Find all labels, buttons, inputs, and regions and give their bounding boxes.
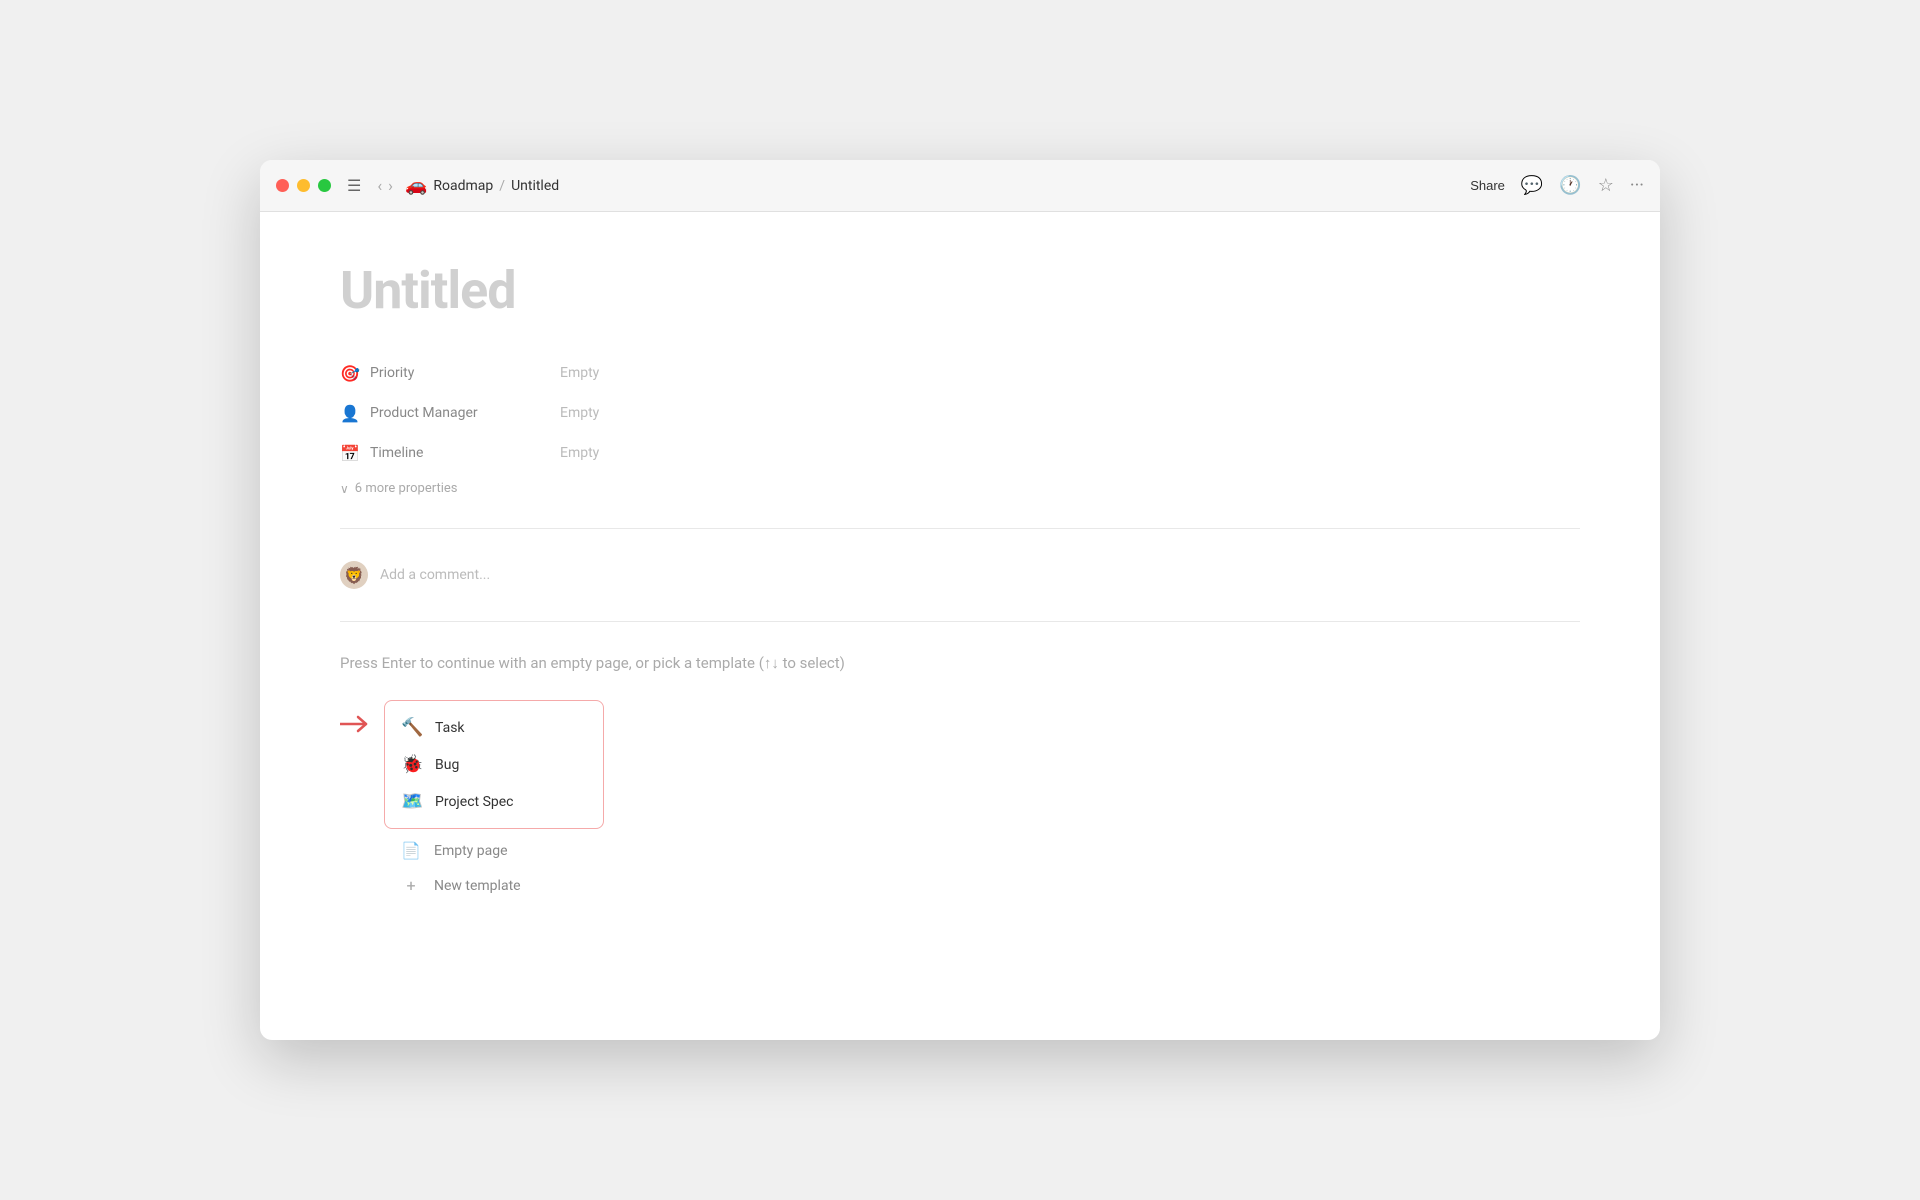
comment-divider: [340, 621, 1580, 622]
favorite-icon[interactable]: ☆: [1598, 175, 1614, 196]
template-panel-wrapper: 🔨 Task 🐞 Bug 🗺️ Project Spec 📄: [340, 700, 1580, 903]
avatar-emoji: 🦁: [344, 566, 364, 585]
timeline-value: Empty: [560, 445, 599, 461]
arrow-right-icon: [340, 712, 376, 736]
back-arrow-icon[interactable]: ‹: [377, 176, 382, 195]
breadcrumb-current: Untitled: [511, 178, 559, 194]
menu-icon[interactable]: ☰: [347, 176, 361, 195]
product-manager-icon: 👤: [340, 404, 360, 423]
history-icon[interactable]: 🕐: [1559, 175, 1581, 196]
avatar: 🦁: [340, 561, 368, 589]
property-label-timeline: 📅 Timeline: [340, 444, 560, 463]
maximize-button[interactable]: [318, 179, 331, 192]
close-button[interactable]: [276, 179, 289, 192]
forward-arrow-icon[interactable]: ›: [388, 176, 393, 195]
template-item-bug[interactable]: 🐞 Bug: [385, 746, 603, 783]
breadcrumb-parent[interactable]: Roadmap: [433, 178, 493, 194]
timeline-icon: 📅: [340, 444, 360, 463]
properties-divider: [340, 528, 1580, 529]
template-prompt: Press Enter to continue with an empty pa…: [340, 654, 1580, 672]
template-panel-inner: 🔨 Task 🐞 Bug 🗺️ Project Spec: [384, 700, 604, 829]
share-button[interactable]: Share: [1470, 178, 1505, 193]
property-row-product-manager[interactable]: 👤 Product Manager Empty: [340, 393, 1580, 433]
bug-icon: 🐞: [401, 754, 423, 775]
property-label-product-manager: 👤 Product Manager: [340, 404, 560, 423]
template-item-task[interactable]: 🔨 Task: [385, 709, 603, 746]
task-icon: 🔨: [401, 717, 423, 738]
template-item-project-spec[interactable]: 🗺️ Project Spec: [385, 783, 603, 820]
property-row-timeline[interactable]: 📅 Timeline Empty: [340, 433, 1580, 473]
arrow-indicator: [340, 712, 376, 736]
new-template-item[interactable]: + New template: [384, 868, 604, 903]
empty-page-item[interactable]: 📄 Empty page: [384, 833, 604, 868]
new-template-label: New template: [434, 878, 521, 894]
priority-label: Priority: [370, 365, 414, 381]
template-extras: 📄 Empty page + New template: [384, 829, 604, 903]
properties-section: 🎯 Priority Empty 👤 Product Manager Empty…: [340, 353, 1580, 504]
breadcrumb: 🚗 Roadmap / Untitled: [405, 175, 559, 196]
minimize-button[interactable]: [297, 179, 310, 192]
titlebar: ☰ ‹ › 🚗 Roadmap / Untitled Share 💬 🕐 ☆ ·…: [260, 160, 1660, 212]
comment-icon[interactable]: 💬: [1521, 175, 1543, 196]
timeline-label: Timeline: [370, 445, 423, 461]
page-title[interactable]: Untitled: [340, 260, 1580, 321]
app-window: ☰ ‹ › 🚗 Roadmap / Untitled Share 💬 🕐 ☆ ·…: [260, 160, 1660, 1040]
more-properties-label: 6 more properties: [355, 481, 458, 496]
empty-page-icon: 📄: [400, 841, 422, 860]
template-panel: 🔨 Task 🐞 Bug 🗺️ Project Spec 📄: [384, 700, 604, 903]
project-spec-label: Project Spec: [435, 794, 514, 810]
more-options-icon[interactable]: ···: [1630, 175, 1644, 196]
traffic-lights: [276, 179, 331, 192]
product-manager-value: Empty: [560, 405, 599, 421]
bug-label: Bug: [435, 757, 459, 773]
titlebar-actions: Share 💬 🕐 ☆ ···: [1470, 175, 1644, 196]
priority-icon: 🎯: [340, 364, 360, 383]
product-manager-label: Product Manager: [370, 405, 478, 421]
comment-placeholder[interactable]: Add a comment...: [380, 567, 490, 583]
new-template-icon: +: [400, 876, 422, 895]
project-spec-icon: 🗺️: [401, 791, 423, 812]
chevron-down-icon: ∨: [340, 482, 349, 496]
property-label-priority: 🎯 Priority: [340, 364, 560, 383]
priority-value: Empty: [560, 365, 599, 381]
nav-arrows: ‹ ›: [377, 176, 393, 195]
content-area: Untitled 🎯 Priority Empty 👤 Product Mana…: [260, 212, 1660, 1040]
breadcrumb-separator: /: [499, 178, 505, 194]
more-properties-toggle[interactable]: ∨ 6 more properties: [340, 473, 1580, 504]
comment-area[interactable]: 🦁 Add a comment...: [340, 545, 1580, 605]
empty-page-label: Empty page: [434, 843, 508, 859]
breadcrumb-emoji: 🚗: [405, 175, 427, 196]
task-label: Task: [435, 720, 465, 736]
property-row-priority[interactable]: 🎯 Priority Empty: [340, 353, 1580, 393]
